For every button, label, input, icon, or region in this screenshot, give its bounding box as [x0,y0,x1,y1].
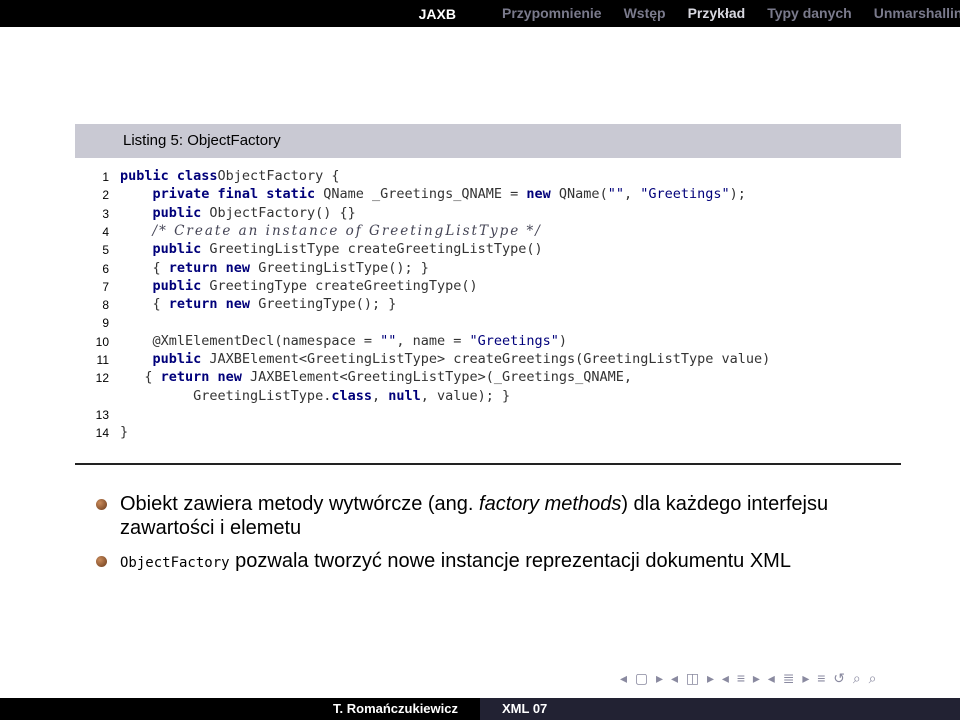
code-text: } [120,424,129,441]
nav-item[interactable]: Przykład [688,0,746,27]
code-line: 14} [75,424,901,442]
top-navigation-bar: JAXB Przypomnienie Wstęp Przykład Typy dany… [0,0,960,27]
line-number: 2 [102,188,109,203]
nav-item[interactable]: Typy danych [767,0,852,27]
code-line: 12 { return new JAXBElement<GreetingList… [75,369,901,387]
code-line: 6 { return new GreetingListType(); } [75,260,901,278]
bullet-text-part: pozwala tworzyć nowe instancje reprezent… [229,550,791,572]
code-line: 1 public classObjectFactory { [75,168,901,186]
code-text: public GreetingType createGreetingType() [152,277,478,294]
beamer-navigation-icons[interactable]: ◂ ▢ ▸ ◂ ◫ ▸ ◂ ≡ ▸ ◂ ≣ ▸ ≡ ↺ ⌕ ⌕ [620,670,879,687]
bullet-icon [96,556,107,567]
bullet-text: Obiekt zawiera metody wytwórcze (ang. fa… [120,492,900,540]
code-text: { return new JAXBElement<GreetingListTyp… [120,369,633,386]
listing-header: Listing 5: ObjectFactory [75,124,901,158]
footer-author: T. Romańczukiewicz [333,701,458,716]
line-number: 7 [102,279,109,294]
code-text: public ObjectFactory() {} [152,204,356,221]
listing-bottom-rule [75,463,901,465]
code-text: { return new GreetingListType(); } [120,259,429,276]
bullet-code: ObjectFactory [120,555,230,571]
footer-right: XML 07 [480,698,960,720]
code-line: 7 public GreetingType createGreetingType… [75,278,901,296]
footer: T. Romańczukiewicz XML 07 [0,698,960,720]
line-number: 4 [102,224,109,239]
line-number: 5 [102,243,109,258]
code-line: 8 { return new GreetingType(); } [75,296,901,314]
nav-item[interactable]: Wstęp [624,0,666,27]
line-number: 12 [95,371,109,386]
line-number: 13 [95,407,109,422]
section-nav: Przypomnienie Wstęp Przykład Typy danych Unm… [480,0,960,27]
code-line: 2 private final static QName _Greetings_… [75,186,901,204]
presentation-title[interactable]: JAXB [419,6,456,22]
line-number: 14 [95,426,109,441]
code-text: /* Create an instance of GreetingListTyp… [152,222,542,239]
code-text: GreetingListType.class, null, value); } [120,387,511,404]
code-text: public classObjectFactory { [120,168,340,184]
bullet-text-part: Obiekt zawiera metody wytwórcze (ang. [120,493,480,515]
line-number: 8 [102,298,109,313]
code-text: private final static QName _Greetings_QN… [152,186,746,203]
code-text: public JAXBElement<GreetingListType> cre… [152,351,771,367]
listing-title: Listing 5: ObjectFactory [123,132,281,149]
footer-course: XML 07 [502,701,548,716]
line-number: 6 [102,261,109,276]
code-text: @XmlElementDecl(namespace = "", name = "… [120,332,568,349]
code-text: { return new GreetingType(); } [120,296,397,313]
code-line: 4 /* Create an instance of GreetingListT… [75,223,901,241]
code-line: 9 [75,314,901,332]
code-line: 11 public JAXBElement<GreetingListType> … [75,351,901,369]
code-line: 10 @XmlElementDecl(namespace = "", name … [75,333,901,351]
line-number: 10 [95,334,109,349]
line-number: 3 [102,206,109,221]
bullet-text: ObjectFactory pozwala tworzyć nowe insta… [120,549,900,575]
code-line: GreetingListType.class, null, value); } [75,388,901,406]
code-line: 13 [75,406,901,424]
code-line: 3 public ObjectFactory() {} [75,205,901,223]
bullet-emphasis: factory methods [479,493,622,515]
bullet-icon [96,499,107,510]
nav-item[interactable]: Przypomnienie [502,0,602,27]
footer-left: T. Romańczukiewicz [0,698,480,720]
section-title-pane: JAXB [0,0,480,27]
line-number: 9 [102,316,109,331]
line-number: 11 [96,353,109,367]
code-line: 5 public GreetingListType createGreeting… [75,241,901,259]
code-text: public GreetingListType createGreetingLi… [152,241,543,258]
nav-item[interactable]: Unmarshalling [874,0,960,27]
line-number: 1 [102,170,109,184]
